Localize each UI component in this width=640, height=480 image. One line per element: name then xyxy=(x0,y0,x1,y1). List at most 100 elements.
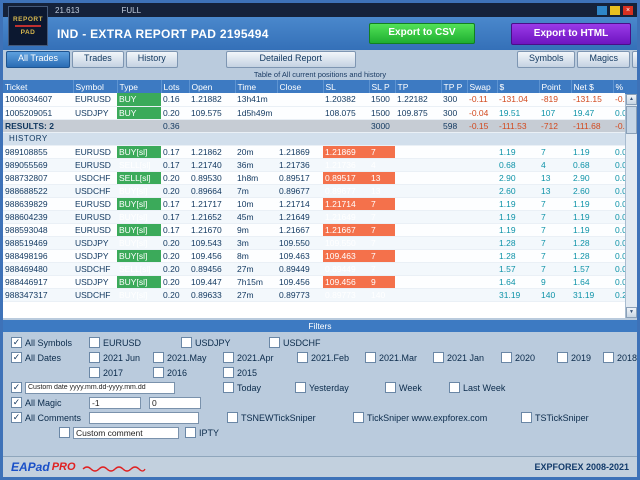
custom-comment-input[interactable] xyxy=(73,426,179,439)
export-html-button[interactable]: Export to HTML xyxy=(511,22,631,45)
cell-time: 45m xyxy=(235,210,277,224)
column-header-type[interactable]: Type xyxy=(117,80,162,93)
filter-checkbox-ticksniper-www-expforex-com[interactable]: TickSniper www.expforex.com xyxy=(353,412,511,423)
column-header-usd[interactable]: $ xyxy=(497,80,540,93)
tab-history[interactable]: History xyxy=(125,51,178,68)
window-controls: × xyxy=(597,5,633,15)
filter-checkbox-2021-mar[interactable]: 2021.Mar xyxy=(365,352,433,363)
column-header-point[interactable]: Point xyxy=(539,80,572,93)
cell-pct: -0.13 xyxy=(613,93,625,107)
history-row[interactable]: 989055569 EURUSD SELL[sl] 0.17 1.21740 36m 1.2… xyxy=(3,158,625,172)
filter-checkbox-2016[interactable]: 2016 xyxy=(153,367,223,378)
filter-checkbox-2019[interactable]: 2019 xyxy=(557,352,603,363)
filter-checkbox-ipty[interactable]: IPTY xyxy=(185,427,245,438)
cell-sl-p: 9 xyxy=(369,275,395,289)
export-csv-button[interactable]: Export to CSV xyxy=(369,23,475,44)
open-position-row[interactable]: 1006034607 EURUSD BUY 0.16 1.21882 13h41m 1.20… xyxy=(3,93,625,107)
filter-checkbox-week[interactable]: Week xyxy=(385,382,449,393)
filter-checkbox-2017[interactable]: 2017 xyxy=(89,367,153,378)
minimize-button[interactable] xyxy=(610,5,620,15)
column-header-lots[interactable]: Lots xyxy=(161,80,190,93)
column-header-tp-p[interactable]: TP P xyxy=(441,80,468,93)
history-row[interactable]: 988446917 USDJPY BUY[sl] 0.20 109.447 7h15m 10… xyxy=(3,275,625,289)
tab-all-trades[interactable]: All Trades xyxy=(6,51,71,68)
filter-checkbox-all-magic[interactable]: ✓ All Magic xyxy=(11,397,89,408)
column-header-symbol[interactable]: Symbol xyxy=(73,80,118,93)
history-row[interactable]: 988469480 USDCHF SELL[sl] 0.20 0.89456 27m 0.8… xyxy=(3,262,625,276)
cell-sl: 0.89773 xyxy=(323,288,369,302)
filter-checkbox-today[interactable]: Today xyxy=(223,382,295,393)
filter-checkbox-2021-jan[interactable]: 2021 Jan xyxy=(433,352,501,363)
tab-magics[interactable]: Magics xyxy=(577,51,630,68)
history-row[interactable]: 988347317 USDCHF BUY[sl] 0.20 0.89633 27m 0.89… xyxy=(3,288,625,302)
history-row[interactable]: 989108855 EURUSD BUY[sl] 0.17 1.21862 20m 1.21… xyxy=(3,145,625,159)
cell-tp-p: 598 xyxy=(441,119,467,133)
results-row[interactable]: RESULTS: 2 0.36 3000 598 -0.15 -111.53 -712 -11… xyxy=(3,119,625,133)
history-row[interactable]: 988604239 EURUSD BUY[sl] 0.17 1.21652 45m 1.21… xyxy=(3,210,625,224)
checkbox-icon: ✓ xyxy=(11,352,22,363)
cell-type: SELL[sl] xyxy=(117,262,161,276)
filter-checkbox-2021-apr[interactable]: 2021.Apr xyxy=(223,352,297,363)
close-button[interactable]: × xyxy=(623,5,633,15)
scroll-down-button[interactable]: ▼ xyxy=(626,307,637,318)
custom-comment-checkbox[interactable] xyxy=(59,427,73,438)
filter-checkbox-all-dates[interactable]: ✓ All Dates xyxy=(11,352,89,363)
column-header-swap[interactable]: Swap xyxy=(467,80,498,93)
history-row[interactable]: 988732807 USDCHF SELL[sl] 0.20 0.89530 1h8m 0.… xyxy=(3,171,625,185)
filter-checkbox-usdchf[interactable]: USDCHF xyxy=(269,337,369,348)
filter-checkbox-last-week[interactable]: Last Week xyxy=(449,382,539,393)
custom-date-checkbox[interactable]: ✓ xyxy=(11,382,25,393)
open-position-row[interactable]: 1005209051 USDJPY BUY 0.20 109.575 1d5h49m 108… xyxy=(3,106,625,120)
filter-checkbox-yesterday[interactable]: Yesterday xyxy=(295,382,385,393)
filter-checkbox-usdjpy[interactable]: USDJPY xyxy=(181,337,269,348)
checkbox-icon xyxy=(89,367,100,378)
filter-checkbox-2021-feb[interactable]: 2021.Feb xyxy=(297,352,365,363)
cell-point: 7 xyxy=(539,210,571,224)
column-header-sl[interactable]: SL xyxy=(323,80,370,93)
column-header-time[interactable]: Time xyxy=(235,80,278,93)
column-header-tp[interactable]: TP xyxy=(395,80,442,93)
tab-trades[interactable]: Trades xyxy=(72,51,124,68)
column-header-sl-p[interactable]: SL P xyxy=(369,80,396,93)
cell-sl-p: 140 xyxy=(369,288,395,302)
filter-checkbox-2018[interactable]: 2018 xyxy=(603,352,637,363)
scroll-up-button[interactable]: ▲ xyxy=(626,94,637,105)
column-header-ticket[interactable]: Ticket xyxy=(3,80,74,93)
filter-checkbox-tsticksniper[interactable]: TSTickSniper xyxy=(521,412,621,423)
filter-checkbox-2021-jun[interactable]: 2021 Jun xyxy=(89,352,153,363)
filter-checkbox-2020[interactable]: 2020 xyxy=(501,352,557,363)
checkbox-icon xyxy=(223,382,234,393)
cell-tp-p xyxy=(441,210,467,224)
column-header-open[interactable]: Open xyxy=(189,80,236,93)
scrollbar-thumb[interactable] xyxy=(626,106,637,134)
custom-date-input[interactable] xyxy=(25,381,175,394)
history-row[interactable]: 988519469 USDJPY BUY[sl] 0.20 109.543 3m 109.5… xyxy=(3,236,625,250)
tab-detailed-report[interactable]: Detailed Report xyxy=(225,51,356,68)
history-row[interactable]: 988593048 EURUSD BUY[sl] 0.17 1.21670 9m 1.216… xyxy=(3,223,625,237)
cell-close: 0.89773 xyxy=(277,288,323,302)
magic-input-1[interactable] xyxy=(89,396,141,409)
column-header-pct[interactable]: % xyxy=(613,80,626,93)
tab-symbols[interactable]: Symbols xyxy=(516,51,576,68)
history-row[interactable]: 988498196 USDJPY BUY[sl] 0.20 109.456 8m 109.4… xyxy=(3,249,625,263)
filter-checkbox-all-symbols[interactable]: ✓ All Symbols xyxy=(11,337,89,348)
filter-checkbox-all-comments[interactable]: ✓ All Comments xyxy=(11,412,89,423)
history-row[interactable]: 988639829 EURUSD BUY[sl] 0.17 1.21717 10m 1.21… xyxy=(3,197,625,211)
table-scrollbar[interactable]: ▲ ▼ xyxy=(625,94,637,318)
filter-checkbox-2015[interactable]: 2015 xyxy=(223,367,297,378)
magic-input-2[interactable] xyxy=(149,396,201,409)
cell-open: 1.21740 xyxy=(189,158,235,172)
column-header-net[interactable]: Net $ xyxy=(571,80,614,93)
filter-checkbox-eurusd[interactable]: EURUSD xyxy=(89,337,181,348)
column-header-close[interactable]: Close xyxy=(277,80,324,93)
cell-sl-p: 13 xyxy=(369,184,395,198)
cell-swap xyxy=(467,158,497,172)
filter-checkbox-2021-may[interactable]: 2021.May xyxy=(153,352,223,363)
history-row[interactable]: 988688522 USDCHF BUY[sl] 0.20 0.89664 7m 0.896… xyxy=(3,184,625,198)
comment-filter-input[interactable] xyxy=(89,411,199,424)
cell-sl-p: 7 xyxy=(369,223,395,237)
tab-partial[interactable] xyxy=(632,51,637,68)
cell-type: BUY[sl] xyxy=(117,223,161,237)
panel-icon-button[interactable] xyxy=(597,5,607,15)
filter-checkbox-tsnewticksniper[interactable]: TSNEWTickSniper xyxy=(227,412,333,423)
